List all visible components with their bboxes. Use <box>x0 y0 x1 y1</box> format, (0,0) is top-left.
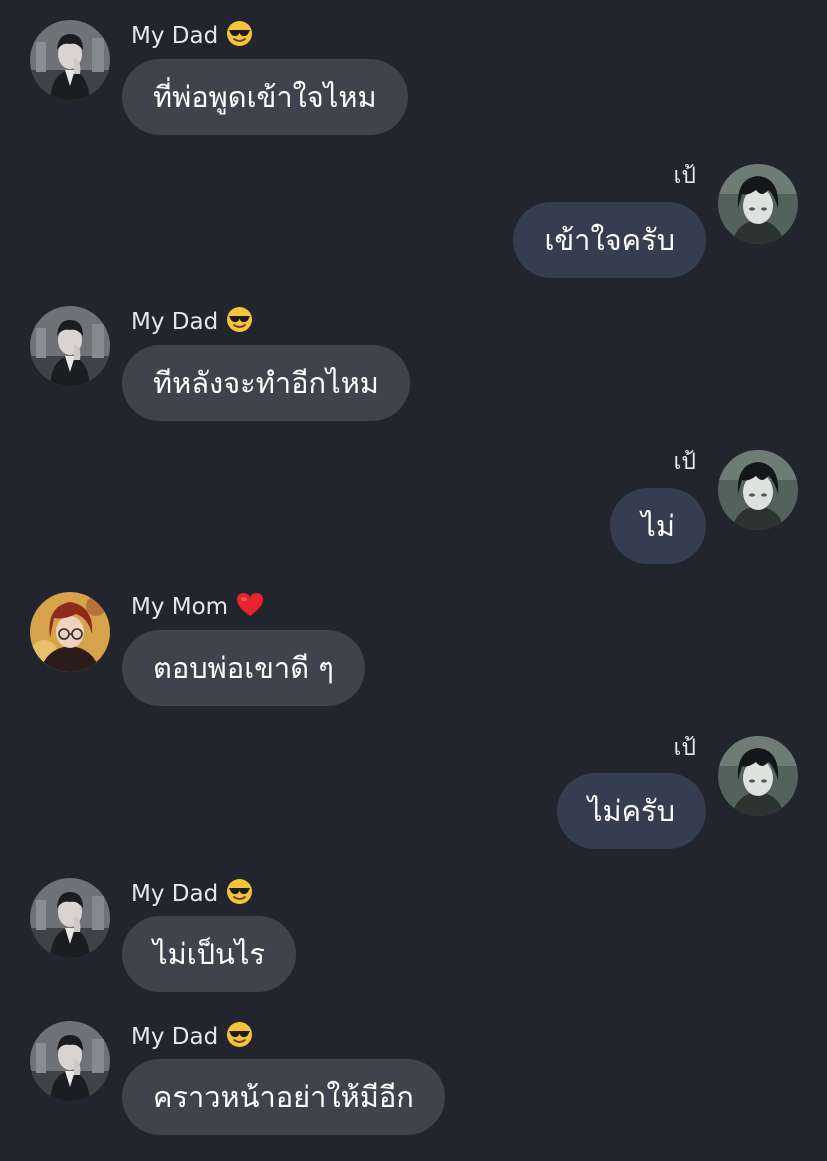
avatar-me[interactable] <box>718 450 798 530</box>
sender-name: เป้ <box>673 449 696 475</box>
message-bubble[interactable]: ไม่ครับ <box>556 773 706 849</box>
avatar-mom[interactable] <box>30 592 110 672</box>
avatar-me[interactable] <box>718 164 798 244</box>
message-bubble[interactable]: เข้าใจครับ <box>513 202 706 278</box>
red-heart-emoji <box>236 592 264 625</box>
sender-name: My Dad <box>131 878 253 912</box>
message-bubble[interactable]: ไม่ <box>610 488 706 564</box>
sender-name-text: My Dad <box>131 881 219 907</box>
sender-name-text: My Mom <box>131 594 229 620</box>
sender-name: My Dad <box>131 20 253 54</box>
sender-name-text: My Dad <box>131 309 219 335</box>
sunglasses-face-emoji <box>226 878 253 912</box>
sender-name: My Mom <box>131 592 264 625</box>
message-bubble[interactable]: ตอบพ่อเขาดี ๆ <box>122 630 365 706</box>
sender-name-text: My Dad <box>131 1024 219 1050</box>
sunglasses-face-emoji <box>226 306 253 340</box>
avatar-dad[interactable] <box>30 1021 110 1101</box>
avatar-dad[interactable] <box>30 306 110 386</box>
sunglasses-face-emoji <box>226 20 253 54</box>
sunglasses-face-emoji <box>226 1021 253 1055</box>
message-bubble[interactable]: ทีหลังจะทำอีกไหม <box>122 345 410 421</box>
sender-name: เป้ <box>673 735 696 761</box>
avatar-dad[interactable] <box>30 878 110 958</box>
message-bubble[interactable]: ไม่เป็นไร <box>122 916 297 992</box>
message-bubble[interactable]: ที่พ่อพูดเข้าใจไหม <box>122 59 408 135</box>
sender-name: เป้ <box>673 163 696 189</box>
sender-name: My Dad <box>131 306 253 340</box>
avatar-dad[interactable] <box>30 20 110 100</box>
avatar-me[interactable] <box>718 736 798 816</box>
sender-name-text: My Dad <box>131 23 219 49</box>
sender-name: My Dad <box>131 1021 253 1055</box>
chat-thread: My Dad ที่พ่อพูดเข้าใจไหม เป้ เข้าใจครับ <box>0 0 827 1161</box>
message-bubble[interactable]: คราวหน้าอย่าให้มีอีก <box>122 1059 445 1135</box>
